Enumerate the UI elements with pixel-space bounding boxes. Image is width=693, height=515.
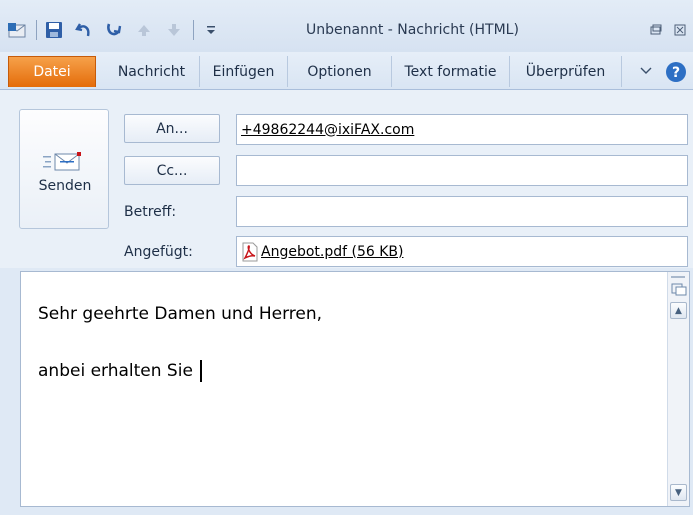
body-line-2-text: anbei erhalten Sie xyxy=(38,361,199,381)
cc-button[interactable]: Cc... xyxy=(124,156,220,185)
vertical-scrollbar[interactable]: ▲ ▼ xyxy=(667,272,689,506)
undo-icon[interactable] xyxy=(73,19,95,41)
body-line-1: Sehr geehrte Damen und Herren, xyxy=(38,304,323,324)
message-body[interactable]: Sehr geehrte Damen und Herren, anbei erh… xyxy=(20,271,690,507)
scroll-grip xyxy=(671,276,685,278)
send-icon xyxy=(43,152,81,171)
subject-label: Betreff: xyxy=(124,204,177,220)
scroll-up-button[interactable]: ▲ xyxy=(670,302,687,319)
send-label: Senden xyxy=(38,178,92,194)
attachment-item[interactable]: Angebot.pdf (56 KB) xyxy=(241,242,403,262)
tab-review[interactable]: Überprüfen xyxy=(510,56,622,87)
scroll-down-button[interactable]: ▼ xyxy=(670,484,687,501)
subject-field[interactable] xyxy=(236,196,688,227)
toolbar-separator xyxy=(36,20,37,40)
to-field[interactable]: +49862244@ixiFAX.com xyxy=(236,114,688,145)
down-icon[interactable] xyxy=(163,19,185,41)
help-icon[interactable]: ? xyxy=(664,61,688,83)
tab-insert[interactable]: Einfügen xyxy=(200,56,288,87)
pdf-icon xyxy=(242,242,258,261)
tab-file[interactable]: Datei xyxy=(8,56,96,87)
up-icon[interactable] xyxy=(133,19,155,41)
minimize-ribbon-icon[interactable] xyxy=(636,61,656,81)
svg-text:?: ? xyxy=(672,65,680,81)
save-icon[interactable] xyxy=(43,19,65,41)
restore-icon[interactable] xyxy=(646,20,666,40)
ribbon-tabs: Datei Nachricht Einfügen Optionen Text f… xyxy=(0,52,693,90)
outlook-icon[interactable] xyxy=(6,19,28,41)
close-icon[interactable] xyxy=(670,20,690,40)
tab-options[interactable]: Optionen xyxy=(288,56,392,87)
to-button[interactable]: An... xyxy=(124,114,220,143)
title-bar: Unbenannt - Nachricht (HTML) xyxy=(0,0,693,52)
quick-access-toolbar xyxy=(6,18,230,42)
cc-field[interactable] xyxy=(236,155,688,186)
redo-icon[interactable] xyxy=(103,19,125,41)
customize-icon[interactable] xyxy=(200,19,222,41)
send-button[interactable]: Senden xyxy=(19,109,109,229)
tab-message[interactable]: Nachricht xyxy=(104,56,200,87)
to-recipient[interactable]: +49862244@ixiFAX.com xyxy=(241,122,414,138)
attachment-name: Angebot.pdf (56 KB) xyxy=(261,243,404,260)
attachment-field[interactable]: Angebot.pdf (56 KB) xyxy=(236,236,688,267)
attached-label: Angefügt: xyxy=(124,244,193,260)
text-caret xyxy=(200,360,203,382)
toolbar-separator xyxy=(193,20,194,40)
body-line-2: anbei erhalten Sie xyxy=(38,360,203,382)
tab-format-text[interactable]: Text formatie xyxy=(392,56,510,87)
view-ruler-icon[interactable] xyxy=(671,282,687,296)
window-title: Unbenannt - Nachricht (HTML) xyxy=(306,22,519,38)
